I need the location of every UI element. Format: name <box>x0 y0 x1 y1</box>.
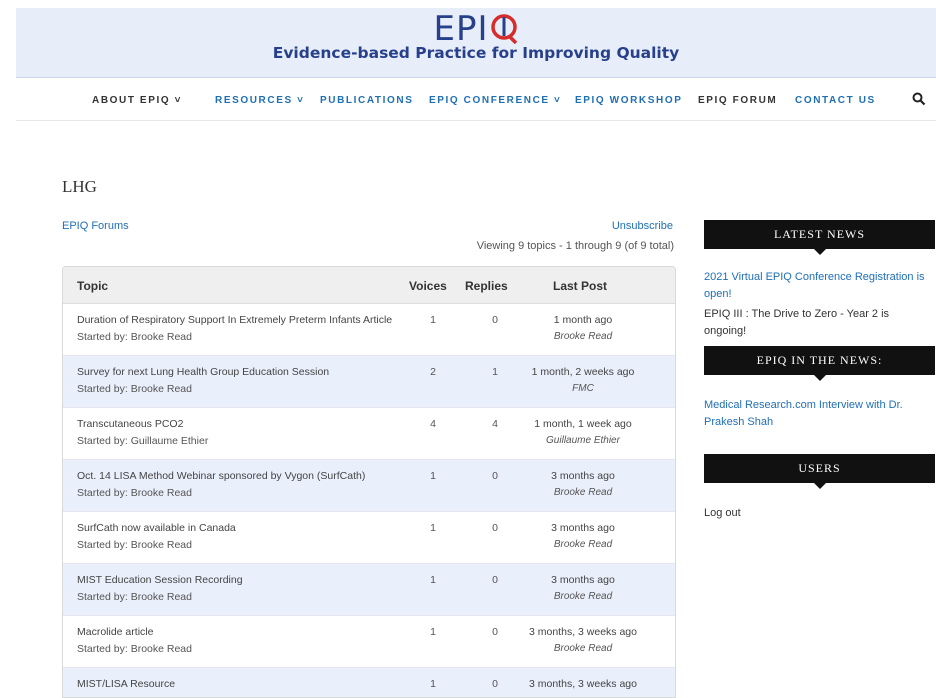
last-post-time[interactable]: 3 months ago <box>523 470 643 482</box>
replies-count: 0 <box>492 522 498 534</box>
topic-title-link[interactable]: SurfCath now available in Canada <box>77 522 236 534</box>
latest-news-item[interactable]: 2021 Virtual EPIQ Conference Registratio… <box>704 269 934 303</box>
replies-count: 0 <box>492 626 498 638</box>
logout-link[interactable]: Log out <box>704 505 934 522</box>
users-heading: USERS <box>704 454 935 489</box>
main-nav: ABOUT EPIQ ˅ RESOURCES ˅ PUBLICATIONS EP… <box>16 78 936 121</box>
header-voices: Voices <box>409 279 447 293</box>
voices-count: 1 <box>430 626 436 638</box>
unsubscribe-link[interactable]: Unsubscribe <box>612 220 673 232</box>
nav-about-epiq[interactable]: ABOUT EPIQ ˅ <box>92 95 182 106</box>
topics-table: Topic Voices Replies Last Post Duration … <box>62 266 676 698</box>
topic-title-link[interactable]: Duration of Respiratory Support In Extre… <box>77 314 392 326</box>
voices-count: 1 <box>430 574 436 586</box>
table-row: SurfCath now available in Canada Started… <box>63 512 675 564</box>
voices-count: 2 <box>430 366 436 378</box>
topic-author[interactable]: Started by: Brooke Read <box>77 331 192 343</box>
last-post-author[interactable]: Brooke Read <box>523 331 643 342</box>
replies-count: 0 <box>492 678 498 690</box>
site-tagline: Evidence-based Practice for Improving Qu… <box>272 44 680 62</box>
nav-publications[interactable]: PUBLICATIONS <box>320 95 413 106</box>
topic-title-link[interactable]: Macrolide article <box>77 626 153 638</box>
replies-count: 1 <box>492 366 498 378</box>
last-post-author[interactable]: Brooke Read <box>523 487 643 498</box>
table-row: Transcutaneous PCO2 Started by: Guillaum… <box>63 408 675 460</box>
voices-count: 1 <box>430 522 436 534</box>
topic-author[interactable]: Started by: Brooke Read <box>77 487 192 499</box>
replies-count: 0 <box>492 314 498 326</box>
last-post-time[interactable]: 1 month, 2 weeks ago <box>523 366 643 378</box>
replies-count: 0 <box>492 574 498 586</box>
topic-title-link[interactable]: Transcutaneous PCO2 <box>77 418 183 430</box>
last-post-time[interactable]: 1 month, 1 week ago <box>523 418 643 430</box>
voices-count: 4 <box>430 418 436 430</box>
topic-author[interactable]: Started by: Brooke Read <box>77 591 192 603</box>
breadcrumb-forums-link[interactable]: EPIQ Forums <box>62 220 129 232</box>
search-icon[interactable] <box>912 92 926 106</box>
table-row: Duration of Respiratory Support In Extre… <box>63 304 675 356</box>
nav-contact-us[interactable]: CONTACT US <box>795 95 876 106</box>
last-post-time[interactable]: 3 months, 3 weeks ago <box>523 678 643 690</box>
last-post-time[interactable]: 3 months, 3 weeks ago <box>523 626 643 638</box>
table-row: Survey for next Lung Health Group Educat… <box>63 356 675 408</box>
header-replies: Replies <box>465 279 508 293</box>
topic-author[interactable]: Started by: Brooke Read <box>77 383 192 395</box>
page-title: LHG <box>62 177 97 196</box>
topic-title-link[interactable]: MIST/LISA Resource <box>77 678 175 690</box>
last-post-author[interactable]: Brooke Read <box>523 591 643 602</box>
topic-author[interactable]: Started by: Brooke Read <box>77 643 192 655</box>
site-logo[interactable]: EPI <box>16 10 936 48</box>
in-the-news-heading: EPIQ IN THE NEWS: <box>704 346 935 381</box>
latest-news-item[interactable]: EPIQ III : The Drive to Zero - Year 2 is… <box>704 306 934 340</box>
table-row: MIST Education Session Recording Started… <box>63 564 675 616</box>
nav-resources[interactable]: RESOURCES ˅ <box>215 95 305 106</box>
site-banner[interactable]: EPI Evidence-based Practice for Improvin… <box>16 8 936 78</box>
table-row: MIST/LISA Resource 1 0 3 months, 3 weeks… <box>63 668 675 697</box>
nav-epiq-forum[interactable]: EPIQ FORUM <box>698 95 777 106</box>
topics-count: Viewing 9 topics - 1 through 9 (of 9 tot… <box>476 240 674 252</box>
header-topic: Topic <box>77 279 109 293</box>
topic-author[interactable]: Started by: Brooke Read <box>77 539 192 551</box>
voices-count: 1 <box>430 314 436 326</box>
topic-title-link[interactable]: MIST Education Session Recording <box>77 574 243 586</box>
topic-author[interactable]: Started by: Guillaume Ethier <box>77 435 208 447</box>
last-post-author[interactable]: FMC <box>523 383 643 394</box>
header-last-post: Last Post <box>553 279 608 293</box>
nav-epiq-workshop[interactable]: EPIQ WORKSHOP <box>575 95 682 106</box>
latest-news-heading: LATEST NEWS <box>704 220 935 255</box>
replies-count: 4 <box>492 418 498 430</box>
table-row: Macrolide article Started by: Brooke Rea… <box>63 616 675 668</box>
last-post-time[interactable]: 1 month ago <box>523 314 643 326</box>
last-post-author[interactable]: Brooke Read <box>523 643 643 654</box>
logo-q-icon <box>489 12 519 45</box>
topic-title-link[interactable]: Oct. 14 LISA Method Webinar sponsored by… <box>77 470 365 482</box>
last-post-time[interactable]: 3 months ago <box>523 574 643 586</box>
topic-title-link[interactable]: Survey for next Lung Health Group Educat… <box>77 366 329 378</box>
table-header: Topic Voices Replies Last Post <box>63 267 675 304</box>
voices-count: 1 <box>430 470 436 482</box>
last-post-author[interactable]: Brooke Read <box>523 539 643 550</box>
nav-epiq-conference[interactable]: EPIQ CONFERENCE ˅ <box>429 95 562 106</box>
replies-count: 0 <box>492 470 498 482</box>
in-the-news-item[interactable]: Medical Research.com Interview with Dr. … <box>704 397 934 431</box>
last-post-time[interactable]: 3 months ago <box>523 522 643 534</box>
table-row: Oct. 14 LISA Method Webinar sponsored by… <box>63 460 675 512</box>
last-post-author[interactable]: Guillaume Ethier <box>523 435 643 446</box>
logo-prefix: EPI <box>433 9 489 49</box>
voices-count: 1 <box>430 678 436 690</box>
